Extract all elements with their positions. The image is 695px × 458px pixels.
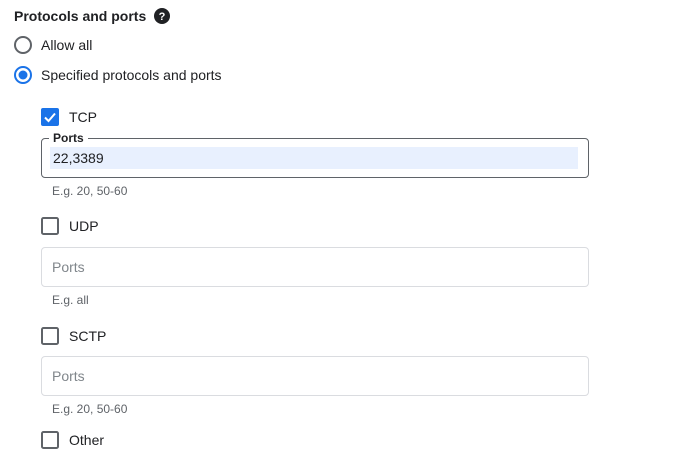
- udp-ports-hint: E.g. all: [52, 293, 89, 307]
- radio-specified-protocols[interactable]: Specified protocols and ports: [13, 65, 222, 85]
- checkbox-checked-icon[interactable]: [40, 107, 60, 127]
- tcp-ports-value[interactable]: 22,3389: [53, 150, 104, 166]
- section-title: Protocols and ports: [14, 8, 147, 24]
- checkbox-sctp-label: SCTP: [69, 328, 107, 344]
- tcp-ports-hint: E.g. 20, 50-60: [52, 184, 128, 198]
- udp-ports-input[interactable]: Ports: [41, 247, 589, 287]
- section-heading: Protocols and ports ?: [14, 6, 171, 26]
- checkbox-other[interactable]: Other: [40, 430, 104, 450]
- radio-allow-all[interactable]: Allow all: [13, 35, 92, 55]
- radio-specified-label: Specified protocols and ports: [41, 67, 222, 83]
- radio-allow-all-label: Allow all: [41, 37, 93, 53]
- tcp-ports-input[interactable]: Ports 22,3389: [41, 130, 589, 178]
- sctp-ports-placeholder: Ports: [52, 368, 85, 384]
- sctp-ports-hint: E.g. 20, 50-60: [52, 402, 128, 416]
- checkbox-udp[interactable]: UDP: [40, 216, 99, 236]
- checkbox-unchecked-icon[interactable]: [40, 216, 60, 236]
- tcp-ports-label: Ports: [49, 130, 88, 146]
- checkbox-other-label: Other: [69, 432, 105, 448]
- svg-text:?: ?: [159, 11, 166, 23]
- checkbox-udp-label: UDP: [69, 218, 99, 234]
- checkbox-tcp-label: TCP: [69, 109, 97, 125]
- protocols-and-ports-section: Protocols and ports ? Allow all Specifie…: [0, 0, 695, 458]
- radio-checked-icon[interactable]: [13, 65, 33, 85]
- question-circle-icon[interactable]: ?: [154, 8, 171, 24]
- checkbox-unchecked-icon[interactable]: [40, 326, 60, 346]
- radio-unchecked-icon[interactable]: [13, 35, 33, 55]
- checkbox-tcp[interactable]: TCP: [40, 107, 97, 127]
- checkbox-sctp[interactable]: SCTP: [40, 326, 106, 346]
- udp-ports-placeholder: Ports: [52, 259, 85, 275]
- tcp-ports-selection: 22,3389: [50, 147, 578, 169]
- sctp-ports-input[interactable]: Ports: [41, 356, 589, 396]
- checkbox-unchecked-icon[interactable]: [40, 430, 60, 450]
